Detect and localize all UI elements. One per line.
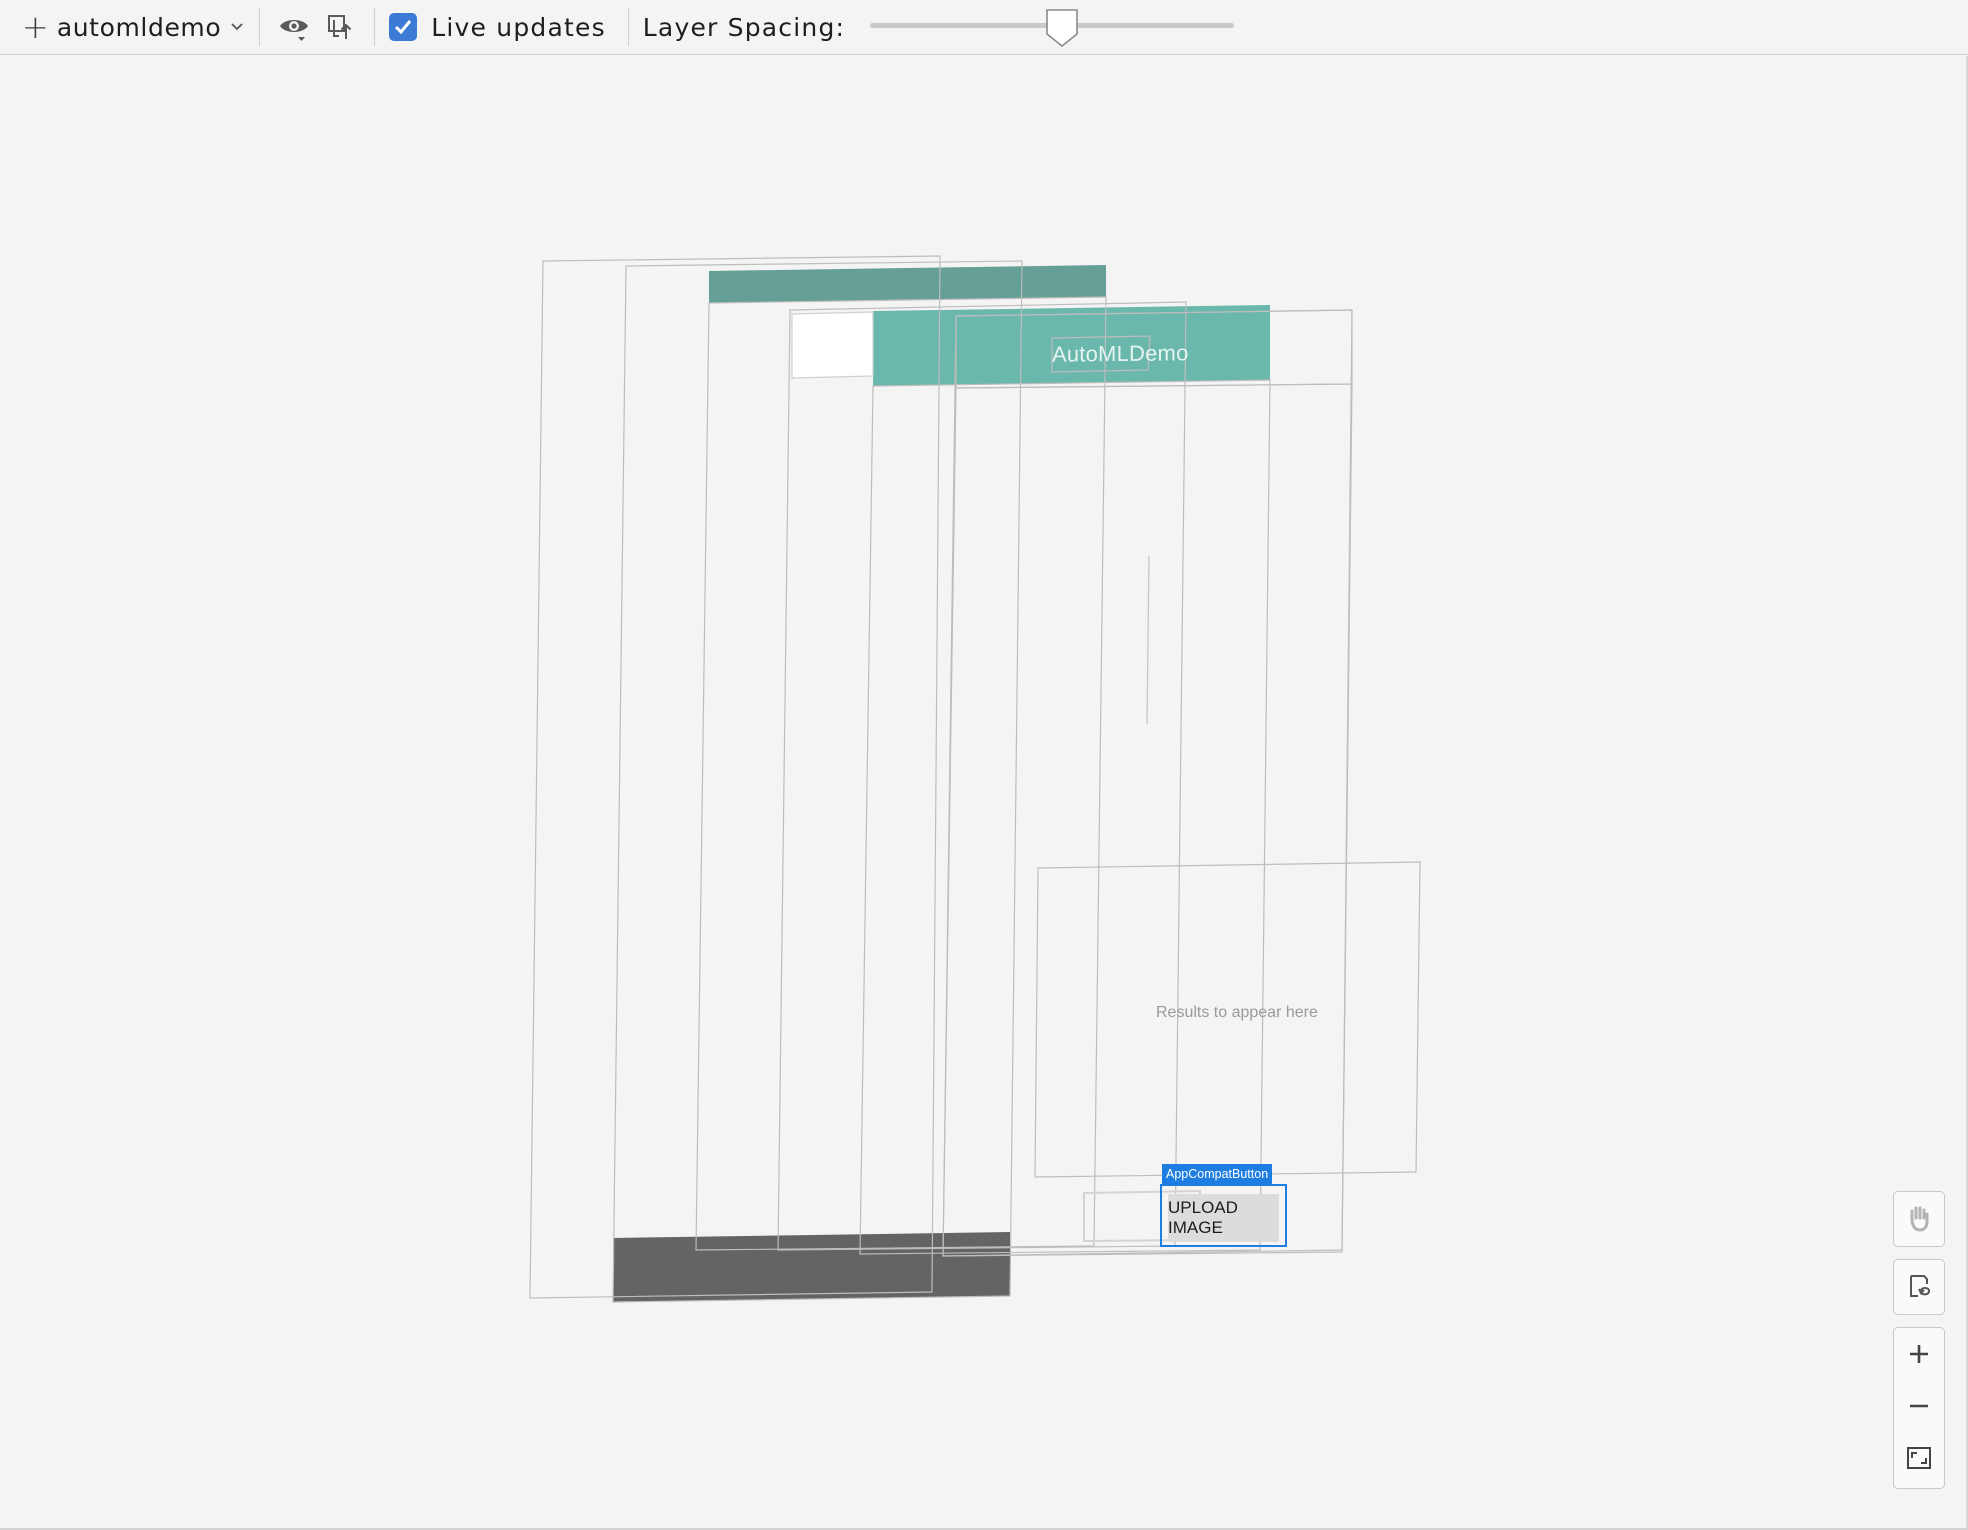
layer-root	[529, 255, 941, 1299]
layer-content-frame	[695, 296, 1107, 1251]
layer-toolbar-frame	[777, 301, 1187, 1251]
slider-thumb[interactable]	[1044, 8, 1080, 48]
zoom-out-button[interactable]	[1894, 1380, 1944, 1432]
toolbar: + automldemo Live updates Layer Spacing:	[0, 0, 1968, 55]
live-updates-label: Live updates	[431, 12, 606, 42]
layer-content-root	[859, 379, 1271, 1255]
toolbar-separator	[627, 8, 629, 46]
layer-constraint-body	[942, 383, 1353, 1257]
image-view-line	[1146, 555, 1150, 725]
plus-icon: +	[22, 8, 49, 46]
live-updates-checkbox[interactable]	[389, 13, 418, 41]
toolbar-separator	[259, 8, 261, 46]
reset-view-icon	[1910, 1275, 1931, 1297]
reset-control	[1893, 1259, 1945, 1315]
reset-view-button[interactable]	[1894, 1260, 1944, 1312]
layer-spacing-slider[interactable]	[870, 8, 1234, 48]
upload-image-button[interactable]: UPLOAD IMAGE	[1168, 1194, 1279, 1242]
layer-stack	[529, 255, 1421, 1303]
toolbar-separator	[374, 8, 376, 46]
zoom-controls	[1893, 1327, 1945, 1489]
toolbar-card-layer	[791, 311, 874, 379]
live-updates-toggle[interactable]: Live updates	[389, 13, 606, 42]
layer-decor	[612, 260, 1023, 1303]
nav-bar-layer	[613, 1232, 1010, 1302]
hand-icon	[1910, 1206, 1929, 1232]
layer-spacing-control: Layer Spacing:	[643, 13, 845, 42]
fit-screen-icon	[1907, 1447, 1931, 1469]
process-selector[interactable]: + automldemo	[22, 11, 245, 43]
export-icon	[328, 15, 352, 39]
process-name: automldemo	[56, 12, 222, 42]
layer-spacing-label: Layer Spacing:	[642, 12, 846, 42]
selected-upload-button[interactable]: UPLOAD IMAGE	[1160, 1184, 1287, 1247]
zoom-in-icon	[1910, 1345, 1928, 1363]
layer-main	[942, 309, 1353, 1257]
zoom-out-icon	[1910, 1404, 1928, 1408]
export-button[interactable]	[320, 7, 360, 47]
zoom-in-button[interactable]	[1894, 1328, 1944, 1380]
pan-button[interactable]	[1894, 1192, 1944, 1244]
eye-icon	[280, 20, 309, 41]
selected-component-tag: AppCompatButton	[1162, 1164, 1273, 1184]
fit-screen-button[interactable]	[1894, 1432, 1944, 1484]
pan-control	[1893, 1191, 1945, 1247]
chevron-down-icon	[231, 23, 243, 31]
view-options-button[interactable]	[274, 7, 314, 47]
app-title: AutoMLDemo	[1052, 340, 1189, 367]
layout-canvas[interactable]: AutoMLDemo Results to appear here AppCom…	[0, 56, 1968, 1530]
checkmark-icon	[395, 20, 412, 35]
results-placeholder: Results to appear here	[1156, 1004, 1318, 1021]
